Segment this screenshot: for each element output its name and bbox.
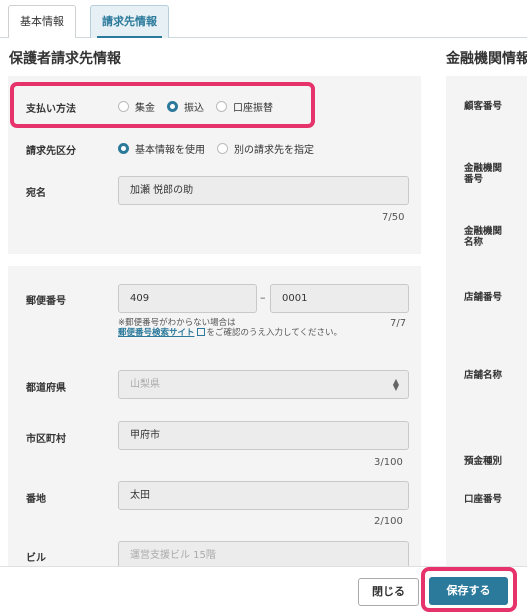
payment-option-collection[interactable]: 集金	[118, 99, 155, 114]
payment-method-label: 支払い方法	[26, 104, 76, 115]
prefecture-label: 都道府県	[26, 383, 66, 394]
customer-number-label: 顧客番号	[464, 101, 503, 112]
addressee-counter: 7/50	[382, 212, 405, 223]
postal-code-first-input[interactable]: 409	[118, 284, 257, 313]
billing-info-screen: 基本情報 請求先情報 保護者請求先情報 支払い方法 集金 振込 口座振替 請求先…	[0, 0, 527, 613]
street-input[interactable]: 太田	[118, 481, 409, 510]
payment-option-direct-debit[interactable]: 口座振替	[216, 99, 273, 114]
external-link-icon	[196, 328, 205, 336]
radio-icon	[216, 101, 227, 112]
addressee-label: 宛名	[26, 188, 46, 199]
radio-icon	[217, 143, 228, 154]
prefecture-select[interactable]: 山梨県 ▲ ▼	[118, 370, 409, 399]
bank-info-panel	[446, 76, 527, 566]
postal-code-counter: 7/7	[390, 318, 407, 329]
street-counter: 2/100	[374, 516, 403, 527]
radio-checked-icon	[118, 143, 129, 154]
bank-number-label: 金融機関 番号	[464, 163, 503, 185]
tab-basic-info[interactable]: 基本情報	[8, 5, 76, 38]
billing-type-radio-group: 基本情報を使用 別の請求先を指定	[118, 141, 326, 156]
payment-option-transfer[interactable]: 振込	[167, 99, 204, 114]
city-input[interactable]: 甲府市	[118, 421, 409, 450]
bank-info-title: 金融機関情報	[446, 51, 527, 67]
street-label: 番地	[26, 494, 46, 505]
branch-name-label: 店舗名称	[464, 370, 503, 381]
city-label: 市区町村	[26, 434, 66, 445]
addressee-input[interactable]: 加瀬 悦郎の助	[118, 176, 409, 205]
billing-option-specify-other[interactable]: 別の請求先を指定	[217, 141, 314, 156]
select-arrows-icon: ▲ ▼	[392, 377, 399, 392]
save-button[interactable]: 保存する	[429, 577, 508, 605]
radio-icon	[118, 101, 129, 112]
tab-billing-info[interactable]: 請求先情報	[90, 5, 169, 38]
payment-method-radio-group: 集金 振込 口座振替	[118, 99, 285, 114]
building-label: ビル	[26, 553, 46, 564]
close-button[interactable]: 閉じる	[358, 578, 419, 606]
tab-bar: 基本情報 請求先情報	[0, 0, 527, 38]
deposit-type-label: 預金種別	[464, 456, 503, 467]
postal-code-help-note: ※郵便番号がわからない場合は 郵便番号検索サイト をご確認のうえ入力してください。	[118, 318, 343, 338]
postal-code-second-input[interactable]: 0001	[270, 284, 409, 313]
billing-option-use-basic[interactable]: 基本情報を使用	[118, 141, 205, 156]
city-counter: 3/100	[374, 457, 403, 468]
branch-number-label: 店舗番号	[464, 292, 503, 303]
billing-type-label: 請求先区分	[26, 146, 76, 157]
postal-code-dash: –	[260, 291, 266, 304]
radio-checked-icon	[167, 101, 178, 112]
bank-name-label: 金融機関 名称	[464, 226, 503, 248]
guardian-billing-title: 保護者請求先情報	[9, 51, 121, 67]
account-number-label: 口座番号	[464, 494, 503, 505]
postal-search-link[interactable]: 郵便番号検索サイト	[118, 328, 195, 338]
postal-code-label: 郵便番号	[26, 296, 66, 307]
